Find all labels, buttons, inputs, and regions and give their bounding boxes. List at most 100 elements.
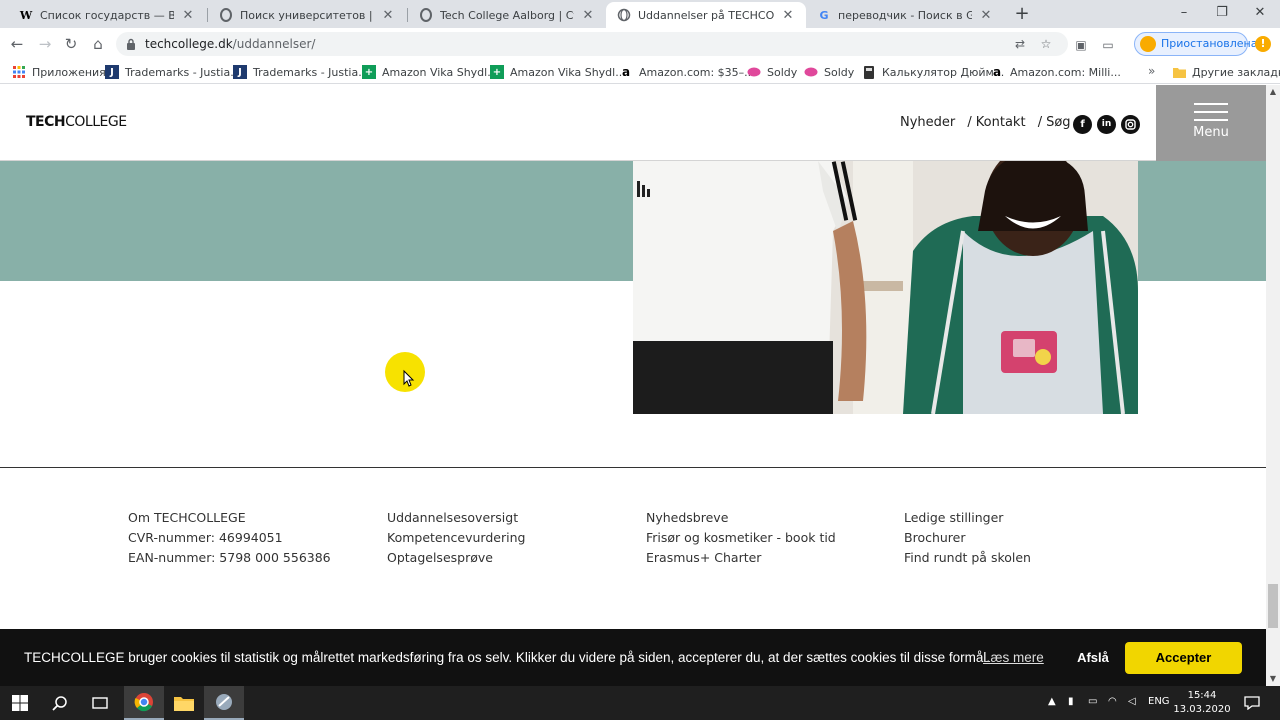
notification-icon[interactable] <box>1232 686 1272 720</box>
bookmark-justia-2[interactable]: J Trademarks - Justia... <box>233 63 369 81</box>
home-button[interactable]: ⌂ <box>87 33 109 55</box>
profile-button[interactable]: Приостановлена <box>1134 32 1257 56</box>
cast-icon[interactable]: ▭ <box>1100 37 1116 53</box>
tab-uddannelser[interactable]: Uddannelser på TECHCOLLEGE - ✕ <box>606 2 806 28</box>
bookmark-label: Калькулятор Дюйм... <box>882 65 1005 79</box>
close-icon[interactable]: ✕ <box>180 8 196 23</box>
footer-divider <box>0 467 1266 468</box>
bookmark-calculator[interactable]: Калькулятор Дюйм... <box>862 63 1004 81</box>
footer-link-erasmus[interactable]: Erasmus+ Charter <box>646 548 836 568</box>
nav-nyheder[interactable]: Nyheder <box>900 115 955 130</box>
url-host: techcollege.dk <box>145 37 233 51</box>
bookmark-label: Trademarks - Justia... <box>253 65 369 79</box>
chrome-taskbar-icon[interactable] <box>124 686 164 720</box>
footer-link-brochurer[interactable]: Brochurer <box>904 528 1031 548</box>
bookmark-label: Soldy <box>824 65 855 79</box>
nav-separator: / <box>1037 115 1043 130</box>
scroll-up-arrow-icon[interactable]: ▲ <box>1266 87 1280 99</box>
language-indicator[interactable]: ENG <box>1148 696 1170 707</box>
close-icon[interactable]: ✕ <box>580 8 596 23</box>
cursor-highlight <box>385 352 425 392</box>
footer-link-find-rundt[interactable]: Find rundt på skolen <box>904 548 1031 568</box>
nav-sog[interactable]: Søg <box>1046 115 1070 130</box>
back-button[interactable]: ← <box>6 33 28 55</box>
footer-link-frisor[interactable]: Frisør og kosmetiker - book tid <box>646 528 836 548</box>
tab-wikipedia[interactable]: W Список государств — Википеди ✕ <box>8 2 206 28</box>
footer-link-optagelsesprove[interactable]: Optagelsesprøve <box>387 548 525 568</box>
file-explorer-icon[interactable] <box>164 686 204 720</box>
task-view-icon[interactable] <box>80 686 120 720</box>
bookmark-amazon-milli[interactable]: a Amazon.com: Milli... <box>990 63 1121 81</box>
tab-google-translate[interactable]: G переводчик - Поиск в Google ✕ <box>806 2 1004 28</box>
volume-icon[interactable]: ◁ <box>1128 696 1136 707</box>
cookie-decline-button[interactable]: Afslå <box>1066 643 1120 673</box>
nav-kontakt[interactable]: Kontakt <box>976 115 1026 130</box>
window-close-button[interactable]: ✕ <box>1242 2 1278 24</box>
close-icon[interactable]: ✕ <box>780 8 796 23</box>
update-icon[interactable]: ! <box>1255 36 1271 52</box>
windows-start-icon[interactable] <box>0 686 40 720</box>
scroll-down-arrow-icon[interactable]: ▼ <box>1266 674 1280 686</box>
footer-link-nyhedsbreve[interactable]: Nyhedsbreve <box>646 508 836 528</box>
app-taskbar-icon[interactable] <box>204 686 244 720</box>
extension-icon[interactable]: ▣ <box>1073 37 1089 53</box>
bookmarks-overflow-button[interactable]: » <box>1148 64 1155 78</box>
battery-icon[interactable]: ▭ <box>1088 696 1097 707</box>
tab-title: Uddannelser på TECHCOLLEGE - <box>638 8 774 22</box>
close-icon[interactable]: ✕ <box>978 8 994 23</box>
translate-icon[interactable]: ⇄ <box>1012 36 1028 52</box>
cookie-learn-more-link[interactable]: Læs mere <box>983 650 1044 665</box>
tray-overflow-icon[interactable]: ▲ <box>1048 696 1056 707</box>
tab-title: Поиск университетов | Рейтинг <box>240 8 374 22</box>
star-icon[interactable]: ☆ <box>1038 36 1054 52</box>
amazon-icon: a <box>621 65 631 79</box>
wikipedia-icon: W <box>19 8 33 22</box>
profile-label: Приостановлена <box>1161 37 1258 50</box>
taskbar-clock[interactable]: 15:44 13.03.2020 <box>1170 689 1234 717</box>
site-logo[interactable]: TECHCOLLEGE <box>26 114 127 130</box>
wifi-icon[interactable]: ◠ <box>1108 696 1117 707</box>
bookmark-label: Amazon Vika Shydl... <box>510 65 626 79</box>
maximize-button[interactable]: ❐ <box>1204 2 1240 24</box>
justia-icon: J <box>233 65 247 79</box>
cookie-accept-button[interactable]: Accepter <box>1125 642 1242 674</box>
top-nav: Nyheder / Kontakt / Søg <box>900 115 1071 130</box>
scrollbar-thumb[interactable] <box>1268 584 1278 628</box>
close-icon[interactable]: ✕ <box>380 8 396 23</box>
bookmark-soldy-1[interactable]: Soldy <box>747 63 797 81</box>
facebook-icon[interactable]: f <box>1073 115 1092 134</box>
bookmark-amazon-35[interactable]: a Amazon.com: $35–... <box>619 63 755 81</box>
clock-time: 15:44 <box>1187 690 1217 701</box>
bookmark-amazon-vika-2[interactable]: + Amazon Vika Shydl... <box>490 63 626 81</box>
tab-universities[interactable]: Поиск университетов | Рейтинг ✕ <box>208 2 406 28</box>
footer-link-kompetencevurdering[interactable]: Kompetencevurdering <box>387 528 525 548</box>
linkedin-icon[interactable]: in <box>1097 115 1116 134</box>
students-photo <box>633 161 1138 414</box>
bookmark-label: Soldy <box>767 65 798 79</box>
address-bar[interactable]: techcollege.dk/uddannelser/ ⇄ ☆ <box>116 32 1068 56</box>
footer-link-om[interactable]: Om TECHCOLLEGE <box>128 508 331 528</box>
bookmark-label: Amazon Vika Shydl... <box>382 65 498 79</box>
tab-title: Tech College Aalborg | Стоимост <box>440 8 574 22</box>
browser-toolbar: ← → ↻ ⌂ techcollege.dk/uddannelser/ ⇄ ☆ … <box>0 28 1280 60</box>
bookmark-amazon-vika-1[interactable]: + Amazon Vika Shydl... <box>362 63 498 81</box>
new-tab-button[interactable]: + <box>1012 4 1032 24</box>
forward-button[interactable]: → <box>34 33 56 55</box>
other-bookmarks[interactable]: Другие закладки <box>1172 63 1280 81</box>
bookmark-apps[interactable]: Приложения <box>12 63 106 81</box>
reload-button[interactable]: ↻ <box>60 33 82 55</box>
other-bookmarks-label: Другие закладки <box>1192 65 1280 79</box>
tray-device-icon[interactable]: ▮ <box>1068 696 1074 707</box>
bookmark-justia-1[interactable]: J Trademarks - Justia... <box>105 63 241 81</box>
google-icon: G <box>819 8 829 22</box>
tab-title: переводчик - Поиск в Google <box>838 8 972 22</box>
search-icon[interactable] <box>40 686 80 720</box>
minimize-button[interactable]: – <box>1166 2 1202 24</box>
instagram-icon[interactable] <box>1121 115 1140 134</box>
footer-link-uddannelsesoversigt[interactable]: Uddannelsesoversigt <box>387 508 525 528</box>
tab-techcollege-aalborg[interactable]: Tech College Aalborg | Стоимост ✕ <box>408 2 606 28</box>
bookmark-soldy-2[interactable]: Soldy <box>804 63 854 81</box>
menu-button[interactable]: Menu <box>1156 85 1266 161</box>
footer-link-ledige-stillinger[interactable]: Ledige stillinger <box>904 508 1031 528</box>
url-path: /uddannelser/ <box>232 37 316 51</box>
